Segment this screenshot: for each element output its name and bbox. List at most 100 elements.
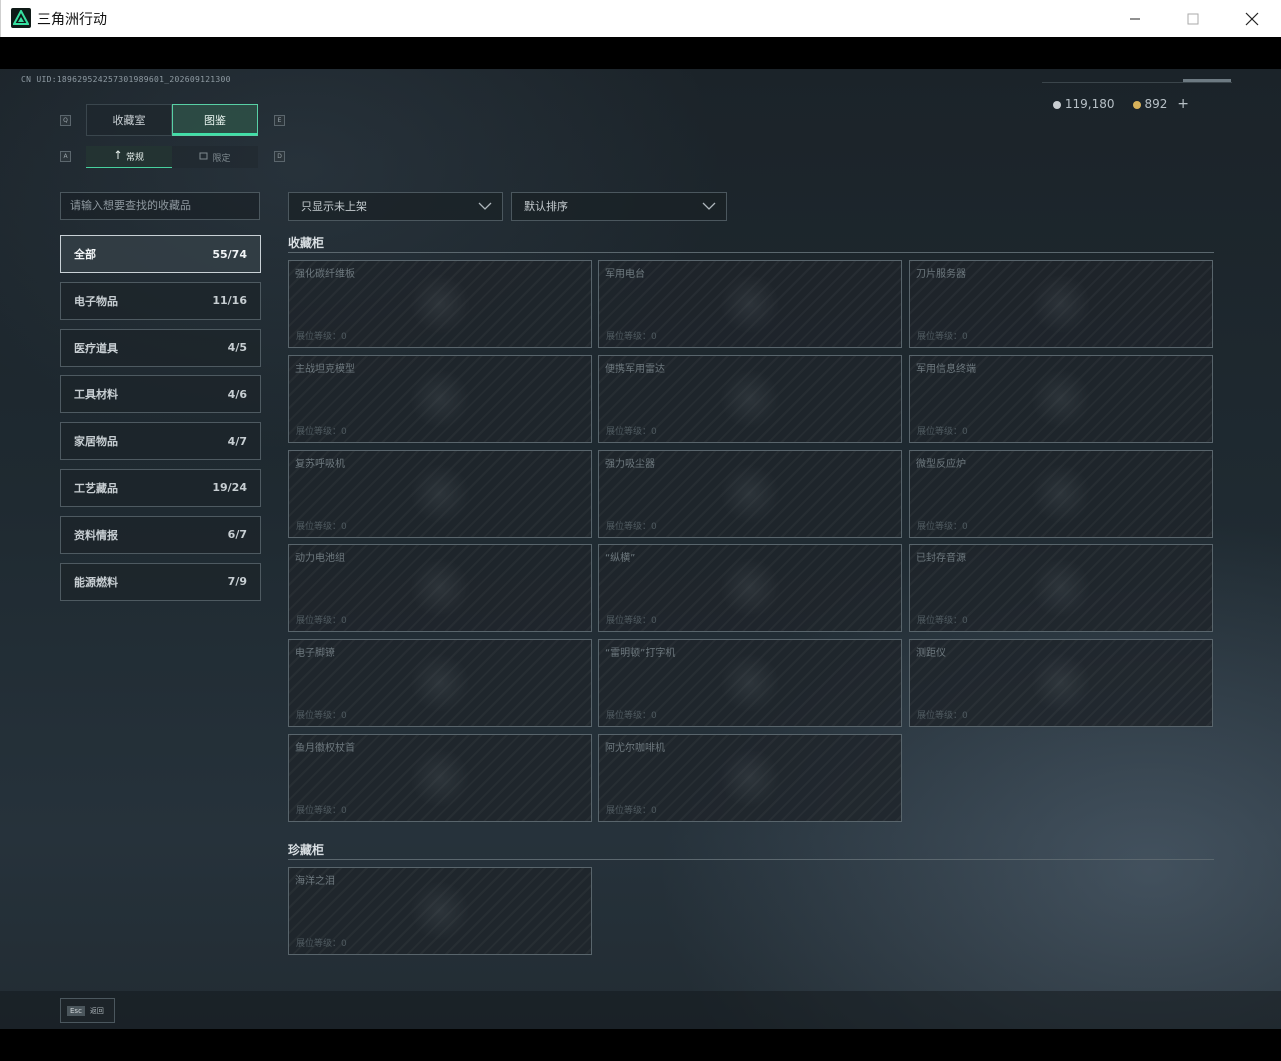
item-level: 展位等级：0 [917, 332, 968, 342]
item-level: 展位等级：0 [917, 521, 968, 532]
key-hint-a: A [60, 151, 71, 162]
item-level: 展位等级：0 [606, 521, 657, 532]
collection-item-card[interactable]: 强力吸尘器展位等级：0 [598, 449, 902, 538]
item-name: 复苏呼吸机 [295, 458, 345, 470]
category-all[interactable]: 全部 55/74 [60, 235, 261, 273]
category-tools[interactable]: 工具材料 4/6 [60, 375, 261, 414]
coin-icon [1052, 101, 1061, 109]
item-level: 展位等级：0 [296, 806, 347, 816]
collection-item-card[interactable]: 强化碳纤维板 展位等级：0 [288, 260, 592, 348]
key-hint-q: Q [60, 115, 71, 126]
category-electronics[interactable]: 电子物品 11/16 [60, 281, 261, 320]
item-silhouette-icon [410, 463, 470, 524]
token-icon [1132, 101, 1141, 109]
item-silhouette-icon [410, 653, 470, 714]
collection-item-card[interactable]: 已封存音源展位等级：0 [909, 544, 1213, 633]
tab-limited-label: 限定 [212, 153, 231, 164]
category-label: 电子物品 [74, 294, 118, 308]
category-list: 全部 55/74 电子物品 11/16 医疗道具 4/5 工具材料 4/6 家居物品 4/… [60, 235, 261, 609]
title-bar: 三角洲行动 [0, 0, 1281, 37]
close-button[interactable] [1229, 0, 1275, 37]
divider [1183, 79, 1231, 82]
collection-item-card[interactable]: 鱼月徽权杖首 展位等级：0 [288, 734, 592, 822]
tab-collection-room[interactable]: 收藏室 [86, 104, 172, 136]
collection-item-card[interactable]: 动力电池组 展位等级：0 [288, 544, 592, 633]
item-name: 海洋之泪 [295, 876, 335, 887]
collection-item-card[interactable]: 海洋之泪 展位等级：0 [288, 867, 592, 955]
maximize-button[interactable] [1170, 0, 1216, 37]
section-divider [288, 252, 1214, 253]
game-window: 三角洲行动 CN UID:189629524257301989601_20260… [0, 0, 1281, 1061]
limited-icon [199, 151, 208, 163]
tab-limited[interactable]: 限定 [172, 146, 258, 168]
key-hint-e: E [274, 115, 285, 126]
show-filter-dropdown[interactable]: 只显示未上架 [288, 192, 503, 221]
item-name: 测距仪 [916, 648, 946, 660]
item-silhouette-icon [720, 368, 780, 429]
back-label: 返回 [89, 1006, 104, 1015]
sort-dropdown[interactable]: 默认排序 [511, 192, 727, 221]
search-input[interactable]: 请输入想要查找的收藏品 [60, 192, 260, 220]
chevron-down-icon [478, 202, 492, 210]
collection-item-card[interactable]: 电子脚镣 展位等级：0 [288, 639, 592, 728]
tab-regular[interactable]: 常规 [86, 146, 172, 168]
tab-regular-label: 常规 [125, 153, 144, 163]
item-silhouette-icon [720, 274, 780, 334]
coin-balance: 119,180 [1052, 97, 1115, 111]
category-label: 家居物品 [74, 435, 118, 449]
main-tabs: 收藏室 图鉴 [86, 104, 259, 136]
collection-item-card[interactable]: “纵横” 展位等级：0 [598, 544, 902, 633]
item-level: 展位等级：0 [606, 426, 657, 437]
category-label: 能源燃料 [74, 575, 118, 589]
item-level: 展位等级：0 [296, 521, 347, 532]
category-household[interactable]: 家居物品 4/7 [60, 422, 261, 461]
collection-item-card[interactable]: 主战坦克模型 展位等级：0 [288, 354, 592, 443]
category-intel[interactable]: 资料情报 6/7 [60, 515, 261, 554]
item-name: 便携军用雷达 [605, 363, 665, 375]
item-name: 已封存音源 [916, 553, 966, 565]
category-label: 医疗道具 [74, 341, 118, 355]
collection-item-card[interactable]: 便携军用雷达 展位等级：0 [598, 354, 902, 443]
category-energy[interactable]: 能源燃料 7/9 [60, 562, 261, 601]
add-currency-button[interactable]: + [1177, 96, 1189, 112]
item-name: 强力吸尘器 [605, 458, 655, 470]
collection-item-card[interactable]: 测距仪 展位等级：0 [909, 639, 1213, 728]
category-count: 4/5 [227, 341, 247, 355]
item-silhouette-icon [720, 558, 780, 619]
tab-catalog[interactable]: 图鉴 [172, 104, 258, 136]
item-silhouette-icon [720, 748, 780, 808]
category-crafts[interactable]: 工艺藏品 19/24 [60, 468, 261, 507]
chevron-down-icon [702, 202, 716, 210]
item-silhouette-icon [410, 881, 470, 941]
section-title: 珍藏柜 [288, 843, 325, 857]
item-name: 阿尤尔咖啡机 [605, 743, 665, 754]
show-filter-value: 只显示未上架 [301, 200, 367, 213]
category-count: 11/16 [212, 294, 247, 308]
collection-item-card[interactable]: “雷明顿”打字机 展位等级：0 [598, 639, 902, 728]
item-level: 展位等级：0 [296, 711, 347, 722]
section-divider [288, 859, 1214, 860]
item-level: 展位等级：0 [606, 332, 657, 342]
item-level: 展位等级：0 [917, 616, 968, 627]
item-level: 展位等级：0 [296, 616, 347, 627]
collection-item-card[interactable]: 军用电台 展位等级：0 [598, 260, 902, 348]
minimize-button[interactable] [1112, 0, 1158, 37]
back-button[interactable]: Esc 返回 [60, 998, 115, 1023]
item-name: “雷明顿”打字机 [605, 648, 676, 660]
currency-panel: 119,180 892 + [1052, 96, 1189, 112]
item-name: 微型反应炉 [916, 458, 966, 470]
section-title: 收藏柜 [288, 236, 325, 250]
collection-item-card[interactable]: 刀片服务器 展位等级：0 [909, 260, 1213, 348]
collection-item-card[interactable]: 军用信息终端 展位等级：0 [909, 354, 1213, 443]
category-count: 4/6 [227, 387, 247, 401]
collection-item-card[interactable]: 阿尤尔咖啡机 展位等级：0 [598, 734, 902, 822]
esc-key-hint: Esc [67, 1005, 85, 1016]
item-name: 强化碳纤维板 [295, 269, 355, 280]
category-medical[interactable]: 医疗道具 4/5 [60, 328, 261, 367]
collection-item-card[interactable]: 微型反应炉展位等级：0 [909, 449, 1213, 538]
category-count: 6/7 [227, 528, 247, 542]
item-silhouette-icon [410, 368, 470, 429]
token-amount: 892 [1144, 97, 1168, 111]
token-balance: 892 + [1132, 96, 1189, 112]
collection-item-card[interactable]: 复苏呼吸机展位等级：0 [288, 449, 592, 538]
